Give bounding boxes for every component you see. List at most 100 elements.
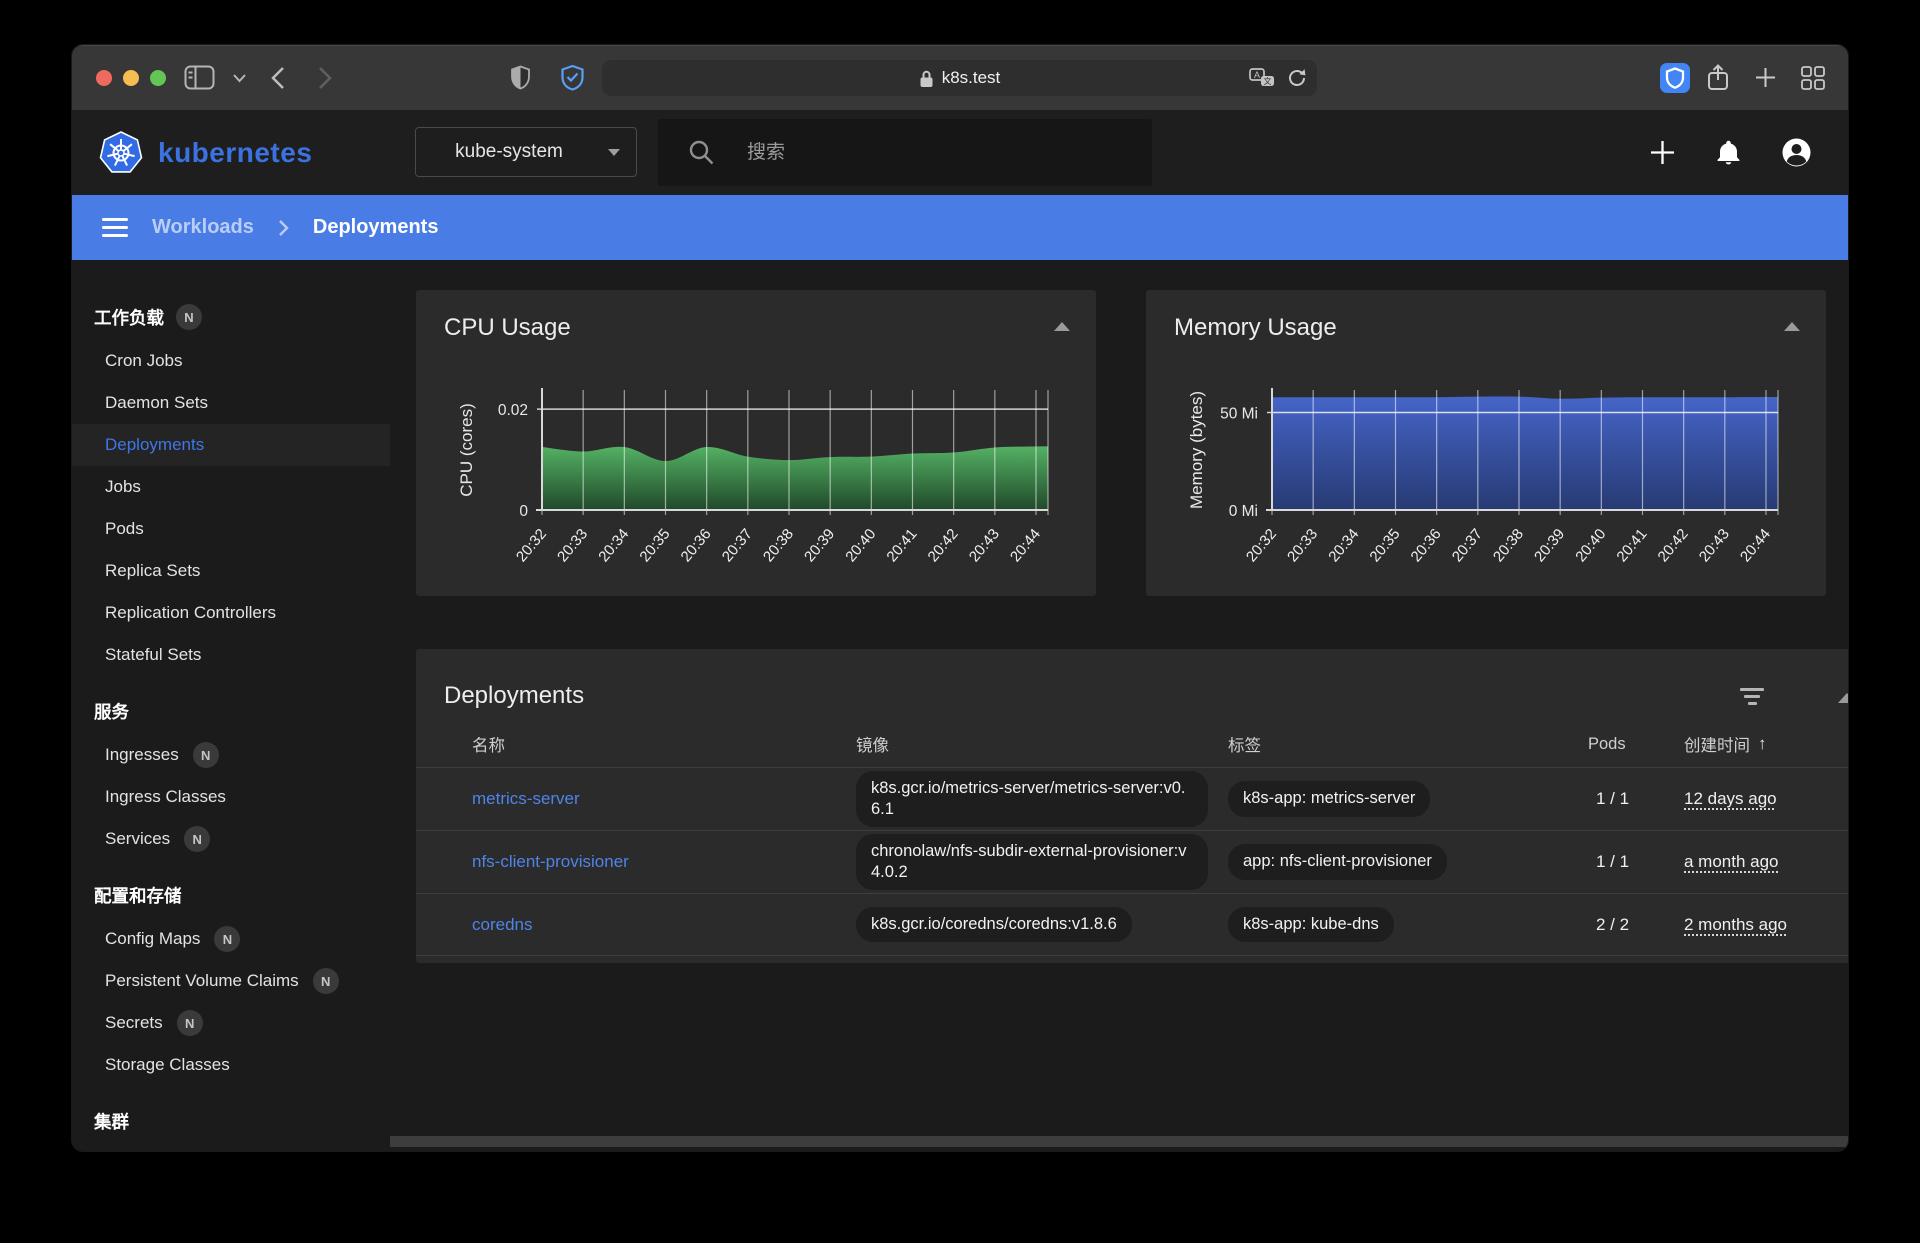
sidebar-section-集群: 集群 <box>72 1098 390 1144</box>
svg-text:20:41: 20:41 <box>883 526 920 566</box>
column-header-创建时间[interactable]: 创建时间↑ <box>1684 732 1848 756</box>
table-row-coredns: coredns k8s.gcr.io/coredns/coredns:v1.8.6… <box>416 893 1848 956</box>
reload-button[interactable] <box>1287 68 1307 88</box>
breadcrumb-bar: Workloads Deployments <box>72 195 1848 260</box>
bitwarden-shield-icon <box>1660 63 1690 93</box>
cpu-card-title: CPU Usage <box>444 314 571 342</box>
column-header-label: Pods <box>1588 735 1626 754</box>
search-bar[interactable] <box>658 119 1152 186</box>
create-resource-button[interactable] <box>1649 139 1676 166</box>
privacy-report-button[interactable] <box>510 45 531 110</box>
notifications-button[interactable] <box>1716 139 1741 166</box>
image-cell: k8s.gcr.io/metrics-server/metrics-server… <box>856 771 1228 828</box>
table-row-metrics-server: metrics-server k8s.gcr.io/metrics-server/… <box>416 767 1848 830</box>
image-cell: chronolaw/nfs-subdir-external-provisione… <box>856 834 1228 891</box>
lock-icon <box>919 69 934 88</box>
svg-text:0.02: 0.02 <box>498 402 528 419</box>
deployment-name-link[interactable]: coredns <box>472 915 532 934</box>
collapse-arrow-icon[interactable] <box>1054 322 1070 331</box>
svg-text:0 Mi: 0 Mi <box>1229 503 1258 520</box>
label-cell: k8s-app: metrics-server <box>1228 781 1588 816</box>
translate-icon[interactable]: A 文 <box>1249 68 1275 88</box>
address-bar[interactable]: k8s.test A 文 <box>602 60 1317 96</box>
namespace-selector[interactable]: kube-system <box>415 127 637 177</box>
traffic-lights <box>96 45 166 110</box>
sidebar-item-label: Replication Controllers <box>105 603 276 623</box>
sidebar-toggle-icon <box>184 65 215 90</box>
horizontal-scrollbar[interactable] <box>390 1136 1848 1147</box>
minimize-button[interactable] <box>123 70 139 86</box>
sidebar-section-配置和存储: 配置和存储 <box>72 872 390 918</box>
account-circle-icon <box>1781 137 1812 168</box>
kubernetes-logo[interactable]: kubernetes <box>98 110 312 195</box>
sidebar-toggle-button[interactable] <box>184 45 215 110</box>
table-header-row: 名称 镜像 标签 Pods 创建时间↑ <box>416 721 1848 767</box>
image-cell: k8s.gcr.io/coredns/coredns:v1.8.6 <box>856 907 1228 942</box>
chevron-down-icon <box>232 73 247 83</box>
address-bar-tools: A 文 <box>1249 60 1307 96</box>
breadcrumb-parent[interactable]: Workloads <box>152 216 254 239</box>
content-area: CPU Usage 0.020CPU (cores)20:3220:3320:3… <box>390 260 1848 1151</box>
svg-text:Memory (bytes): Memory (bytes) <box>1187 391 1206 509</box>
zoom-button[interactable] <box>150 70 166 86</box>
column-header-label: 名称 <box>472 732 505 756</box>
grid-icon <box>1801 66 1825 90</box>
sidebar-menu-chevron[interactable] <box>232 45 247 110</box>
filter-icon[interactable] <box>1740 688 1764 705</box>
address-text: k8s.test <box>942 68 1001 88</box>
sidebar-item-secrets[interactable]: SecretsN <box>72 1002 390 1044</box>
collapse-arrow-icon[interactable] <box>1838 693 1848 703</box>
breadcrumb-current: Deployments <box>313 216 439 239</box>
svg-text:20:38: 20:38 <box>760 526 797 566</box>
tab-overview-button[interactable] <box>1801 45 1825 110</box>
deployment-name-link[interactable]: metrics-server <box>472 789 580 808</box>
close-button[interactable] <box>96 70 112 86</box>
sidebar-item-pods[interactable]: Pods <box>72 508 390 550</box>
deployments-card: Deployments 名称 镜像 标签 Pods 创建时间↑ metrics-serv… <box>416 649 1848 963</box>
share-button[interactable] <box>1706 45 1730 110</box>
deployments-table-title: Deployments <box>444 682 584 710</box>
sidebar-item-replication-controllers[interactable]: Replication Controllers <box>72 592 390 634</box>
bitwarden-extension-button[interactable] <box>1660 45 1690 110</box>
sidebar-item-services[interactable]: ServicesN <box>72 818 390 860</box>
svg-text:20:37: 20:37 <box>1449 526 1486 566</box>
sidebar-item-cron-jobs[interactable]: Cron Jobs <box>72 340 390 382</box>
sidebar-item-label: Replica Sets <box>105 561 200 581</box>
forward-button[interactable] <box>318 45 333 110</box>
page-body: 工作负载NCron JobsDaemon SetsDeploymentsJobs… <box>72 260 1848 1151</box>
menu-button[interactable] <box>102 218 128 237</box>
sidebar-section-title: 集群 <box>94 1109 129 1134</box>
sidebar-item-label: Ingresses <box>105 745 179 765</box>
status-cell <box>416 853 472 871</box>
deployment-name-link[interactable]: nfs-client-provisioner <box>472 852 629 871</box>
sidebar-item-stateful-sets[interactable]: Stateful Sets <box>72 634 390 676</box>
column-header-label: 镜像 <box>856 732 889 756</box>
sidebar-item-label: Cron Jobs <box>105 351 182 371</box>
new-tab-button[interactable] <box>1755 45 1776 110</box>
desktop: k8s.test A 文 <box>0 0 1920 1243</box>
svg-text:20:39: 20:39 <box>1531 526 1568 566</box>
extension-shield-check-button[interactable] <box>560 45 585 110</box>
sidebar-item-deployments[interactable]: Deployments <box>72 424 390 466</box>
column-header-名称[interactable]: 名称 <box>472 732 856 756</box>
sidebar-item-replica-sets[interactable]: Replica Sets <box>72 550 390 592</box>
svg-text:20:33: 20:33 <box>554 526 591 566</box>
pods-cell: 2 / 2 <box>1588 915 1684 935</box>
sidebar-item-ingresses[interactable]: IngressesN <box>72 734 390 776</box>
sidebar-item-persistent-volume-claims[interactable]: Persistent Volume ClaimsN <box>72 960 390 1002</box>
svg-text:文: 文 <box>1264 76 1272 86</box>
svg-text:20:42: 20:42 <box>925 526 962 566</box>
sidebar-item-ingress-classes[interactable]: Ingress Classes <box>72 776 390 818</box>
sidebar-item-config-maps[interactable]: Config MapsN <box>72 918 390 960</box>
collapse-arrow-icon[interactable] <box>1784 322 1800 331</box>
search-input[interactable] <box>747 142 1127 164</box>
sidebar-item-daemon-sets[interactable]: Daemon Sets <box>72 382 390 424</box>
sidebar-item-label: Pods <box>105 519 144 539</box>
account-button[interactable] <box>1781 137 1812 168</box>
cpu-usage-card: CPU Usage 0.020CPU (cores)20:3220:3320:3… <box>416 290 1096 596</box>
back-button[interactable] <box>270 45 285 110</box>
column-header-label: 标签 <box>1228 732 1261 756</box>
svg-text:20:35: 20:35 <box>1366 526 1403 566</box>
sidebar-item-jobs[interactable]: Jobs <box>72 466 390 508</box>
sidebar-item-storage-classes[interactable]: Storage Classes <box>72 1044 390 1086</box>
